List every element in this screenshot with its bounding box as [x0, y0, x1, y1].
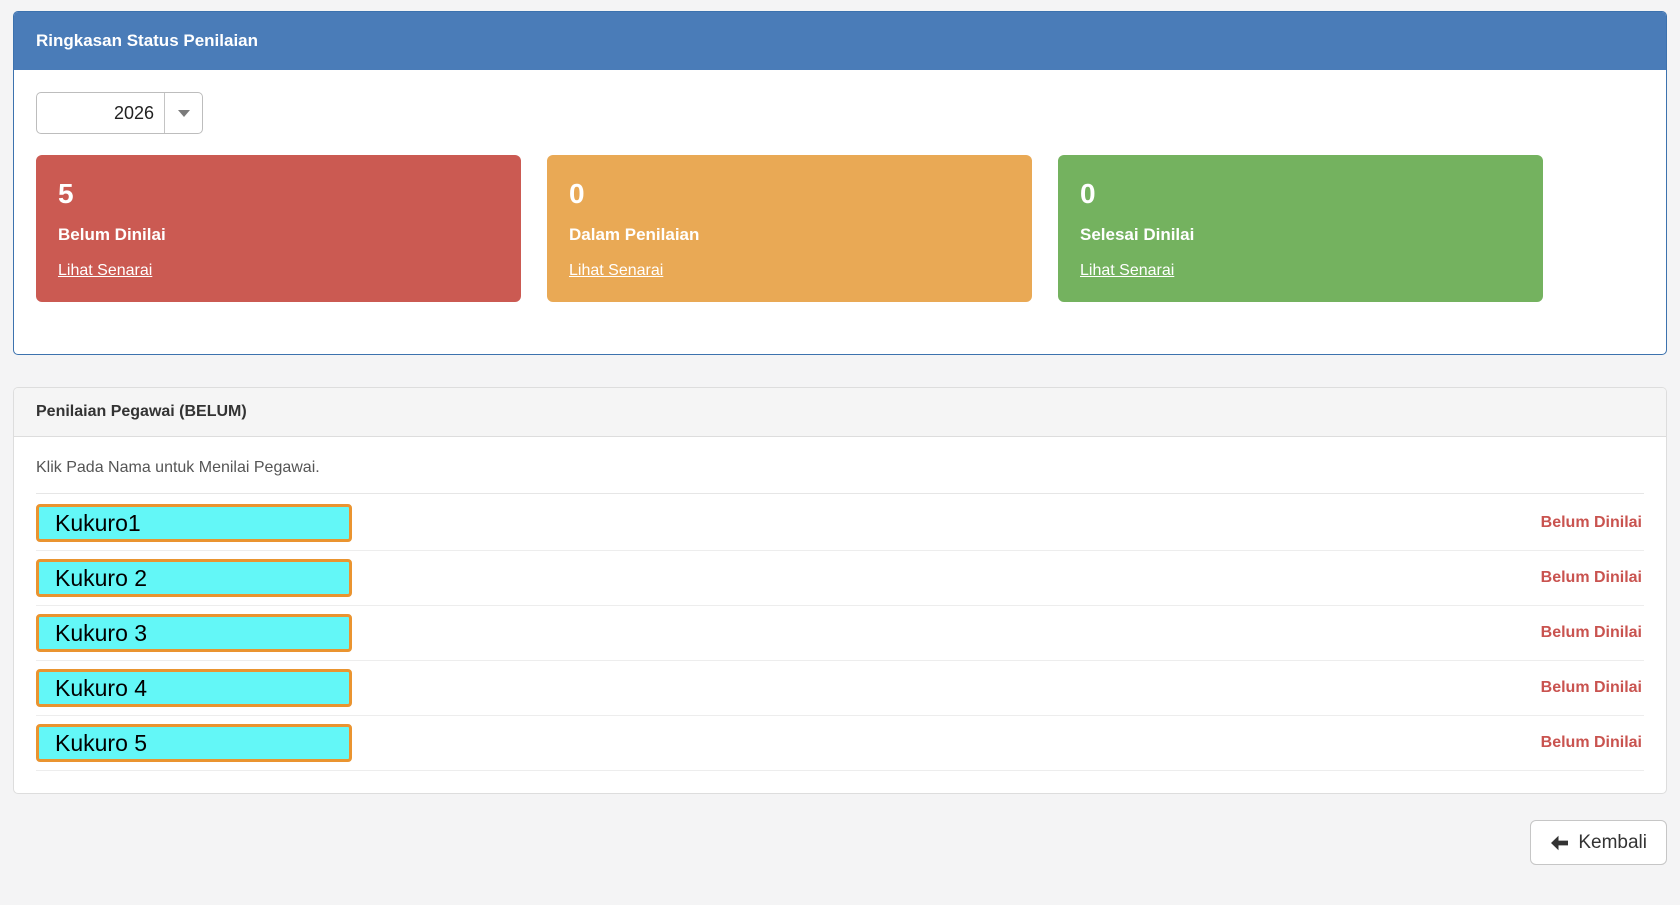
- employee-name-button[interactable]: Kukuro 4: [36, 669, 352, 707]
- employee-row: Kukuro 5 Belum Dinilai: [36, 716, 1644, 771]
- status-label: Belum Dinilai: [1541, 569, 1644, 587]
- employee-list-panel: Penilaian Pegawai (BELUM) Klik Pada Nama…: [13, 387, 1667, 794]
- back-button-label: Kembali: [1578, 832, 1647, 854]
- summary-panel-header: Ringkasan Status Penilaian: [14, 12, 1666, 70]
- chevron-down-icon: [178, 110, 190, 117]
- footer-bar: Kembali: [13, 820, 1667, 865]
- card-belum-dinilai: 5 Belum Dinilai Lihat Senarai: [36, 155, 521, 302]
- divider: [36, 493, 1644, 494]
- employee-list-panel-header: Penilaian Pegawai (BELUM): [14, 388, 1666, 437]
- year-select-caret-box[interactable]: [164, 93, 202, 133]
- card-count: 0: [1080, 179, 1521, 210]
- card-label: Belum Dinilai: [58, 225, 499, 245]
- card-selesai-dinilai: 0 Selesai Dinilai Lihat Senarai: [1058, 155, 1543, 302]
- status-label: Belum Dinilai: [1541, 734, 1644, 752]
- employee-name-button[interactable]: Kukuro 2: [36, 559, 352, 597]
- employee-name-button[interactable]: Kukuro 5: [36, 724, 352, 762]
- employee-row: Kukuro 4 Belum Dinilai: [36, 661, 1644, 716]
- employee-name-button[interactable]: Kukuro1: [36, 504, 352, 542]
- year-select-value: 2026: [37, 93, 164, 133]
- summary-panel-title: Ringkasan Status Penilaian: [36, 31, 258, 50]
- employee-row: Kukuro 3 Belum Dinilai: [36, 606, 1644, 661]
- year-select[interactable]: 2026: [36, 92, 203, 134]
- lihat-senarai-link[interactable]: Lihat Senarai: [569, 262, 663, 280]
- employee-row: Kukuro1 Belum Dinilai: [36, 496, 1644, 551]
- employee-list-panel-title: Penilaian Pegawai (BELUM): [36, 403, 247, 420]
- card-label: Selesai Dinilai: [1080, 225, 1521, 245]
- instruction-text: Klik Pada Nama untuk Menilai Pegawai.: [36, 459, 1644, 477]
- lihat-senarai-link[interactable]: Lihat Senarai: [1080, 262, 1174, 280]
- card-count: 5: [58, 179, 499, 210]
- summary-panel-body: 2026 5 Belum Dinilai Lihat Senarai 0 Dal…: [14, 70, 1666, 354]
- back-button[interactable]: Kembali: [1530, 820, 1667, 865]
- lihat-senarai-link[interactable]: Lihat Senarai: [58, 262, 152, 280]
- card-count: 0: [569, 179, 1010, 210]
- status-label: Belum Dinilai: [1541, 624, 1644, 642]
- status-label: Belum Dinilai: [1541, 679, 1644, 697]
- employee-row: Kukuro 2 Belum Dinilai: [36, 551, 1644, 606]
- summary-panel: Ringkasan Status Penilaian 2026 5 Belum …: [13, 11, 1667, 355]
- arrow-left-icon: [1550, 835, 1569, 851]
- card-label: Dalam Penilaian: [569, 225, 1010, 245]
- employee-list-panel-body: Klik Pada Nama untuk Menilai Pegawai. Ku…: [14, 437, 1666, 793]
- page: Ringkasan Status Penilaian 2026 5 Belum …: [0, 0, 1680, 905]
- status-cards-row: 5 Belum Dinilai Lihat Senarai 0 Dalam Pe…: [36, 155, 1644, 302]
- card-dalam-penilaian: 0 Dalam Penilaian Lihat Senarai: [547, 155, 1032, 302]
- status-label: Belum Dinilai: [1541, 514, 1644, 532]
- employee-name-button[interactable]: Kukuro 3: [36, 614, 352, 652]
